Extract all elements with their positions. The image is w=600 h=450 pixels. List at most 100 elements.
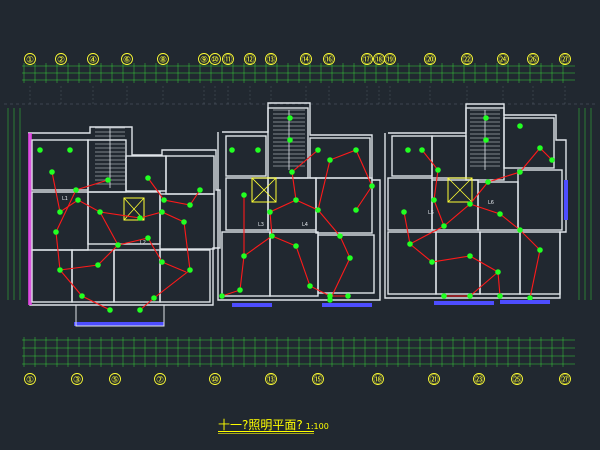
axis-label-bottom: ⑤ xyxy=(111,376,119,386)
room-r7 xyxy=(517,169,563,231)
room-l2 xyxy=(125,155,167,192)
axis-label-top: ㉔ xyxy=(498,55,507,66)
axis-label-bottom: ⑮ xyxy=(313,375,322,386)
room-m6 xyxy=(221,231,271,297)
light-fixture xyxy=(187,202,193,208)
axis-label-top: ② xyxy=(57,56,65,66)
room-r11 xyxy=(519,231,561,295)
axis-label-top: ⑬ xyxy=(266,55,275,66)
light-fixture xyxy=(467,253,473,259)
light-fixture xyxy=(151,295,157,301)
light-fixture xyxy=(315,207,321,213)
light-fixture xyxy=(517,227,523,233)
axis-label-bottom: ⑩ xyxy=(211,376,219,386)
light-fixture xyxy=(497,293,503,299)
room-tag: L1 xyxy=(62,196,68,202)
axis-label-bottom: ⑱ xyxy=(373,375,382,386)
light-fixture xyxy=(327,157,333,163)
room-m4 xyxy=(267,177,317,231)
axis-label-bottom: ㉑ xyxy=(429,375,438,386)
light-fixture xyxy=(197,187,203,193)
light-fixture xyxy=(53,229,59,235)
light-fixture xyxy=(241,253,247,259)
light-fixture xyxy=(405,147,411,153)
light-fixture xyxy=(483,115,489,121)
lighting-wiring xyxy=(51,147,553,311)
room-r9 xyxy=(435,231,481,295)
light-fixture xyxy=(161,197,167,203)
axis-label-top: ⑰ xyxy=(362,55,371,66)
light-fixture xyxy=(483,137,489,143)
light-fixture xyxy=(369,183,375,189)
light-fixture xyxy=(145,235,151,241)
light-fixture xyxy=(495,269,501,275)
light-fixture xyxy=(307,283,313,289)
light-fixture xyxy=(49,169,55,175)
light-fixture xyxy=(467,293,473,299)
axis-label-top: ④ xyxy=(89,56,97,66)
unit-3-right-panel xyxy=(564,180,568,220)
axis-label-bottom: ⑦ xyxy=(156,376,164,386)
light-fixture xyxy=(517,123,523,129)
axis-label-bottom: ③ xyxy=(73,376,81,386)
light-fixture xyxy=(315,147,321,153)
light-fixture xyxy=(419,147,425,153)
bottom-axis-bubbles: ① ③ ⑤ ⑦ ⑩ ⑬ ⑮ ⑱ ㉑ ㉓ ㉕ ㉗ xyxy=(24,373,571,386)
room-l3 xyxy=(165,155,215,195)
axis-label-bottom: ㉕ xyxy=(512,375,521,386)
light-fixture xyxy=(327,297,333,303)
light-fixture xyxy=(137,215,143,221)
title-underline-secondary xyxy=(218,433,314,434)
light-fixture xyxy=(293,243,299,249)
light-fixture xyxy=(287,137,293,143)
axis-label-bottom: ⑬ xyxy=(266,375,275,386)
light-fixture xyxy=(219,293,225,299)
light-fixture xyxy=(57,267,63,273)
room-tag: L6 xyxy=(488,200,494,206)
light-fixture xyxy=(115,242,121,248)
light-fixture xyxy=(67,147,73,153)
light-fixture xyxy=(353,207,359,213)
title-underline xyxy=(218,431,314,432)
axis-label-top: ① xyxy=(26,56,34,66)
light-fixture xyxy=(485,179,491,185)
axis-label-top: ⑲ xyxy=(385,55,394,66)
light-fixture xyxy=(517,169,523,175)
light-fixture xyxy=(337,233,343,239)
light-fixture xyxy=(107,307,113,313)
room-l9 xyxy=(113,249,161,303)
light-fixture xyxy=(137,307,143,313)
light-fixture xyxy=(497,211,503,217)
room-r6 xyxy=(477,181,519,231)
balcony-panel xyxy=(500,300,550,304)
balcony-panel xyxy=(74,322,164,326)
light-fixture xyxy=(241,192,247,198)
axis-label-top: ⑩ xyxy=(211,56,219,66)
axis-label-top: ⑯ xyxy=(324,55,333,66)
light-fixture xyxy=(145,175,151,181)
light-fixture xyxy=(467,201,473,207)
light-fixture xyxy=(181,219,187,225)
wiring-run xyxy=(291,149,319,201)
axis-label-bottom: ① xyxy=(26,376,34,386)
light-fixture xyxy=(187,267,193,273)
light-fixture xyxy=(431,197,437,203)
room-l10 xyxy=(159,249,211,303)
light-fixture xyxy=(159,209,165,215)
light-fixture xyxy=(287,115,293,121)
drawing-scale: 1:100 xyxy=(305,422,329,431)
light-fixture xyxy=(429,259,435,265)
light-fixture xyxy=(289,169,295,175)
building-walls xyxy=(28,102,568,306)
light-fixture xyxy=(435,167,441,173)
light-fixture xyxy=(267,209,273,215)
axis-label-top: ⑭ xyxy=(301,55,310,66)
wiring-run xyxy=(469,147,553,205)
light-fixture xyxy=(37,147,43,153)
light-fixture xyxy=(229,147,235,153)
light-fixture xyxy=(441,223,447,229)
light-fixture xyxy=(537,145,543,151)
light-fixture xyxy=(75,197,81,203)
room-l8 xyxy=(71,249,115,303)
light-fixture xyxy=(255,147,261,153)
